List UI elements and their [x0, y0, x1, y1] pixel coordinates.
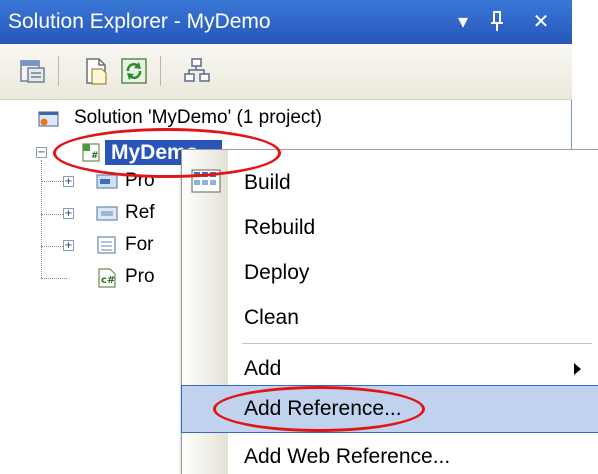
submenu-arrow-icon	[574, 363, 581, 375]
expand-expander[interactable]: +	[63, 240, 74, 251]
title-bar: Solution Explorer - MyDemo ▾ ✕	[0, 0, 572, 44]
tree-node-references[interactable]: Ref	[125, 200, 155, 226]
menu-item-deploy[interactable]: Deploy	[182, 250, 598, 296]
menu-separator	[242, 343, 592, 344]
menu-item-clean[interactable]: Clean	[182, 295, 598, 341]
menu-item-label: Add Web Reference...	[244, 445, 451, 468]
collapse-expander[interactable]: −	[36, 147, 47, 158]
svg-text:c#: c#	[101, 275, 115, 286]
menu-item-label: Clean	[244, 306, 299, 329]
tree-line	[41, 278, 67, 279]
tree-node-solution[interactable]: Solution 'MyDemo' (1 project)	[38, 105, 458, 131]
solution-explorer-toolbar	[0, 44, 572, 100]
tree-node-label: For	[125, 234, 154, 255]
tree-node-program[interactable]: Pro	[125, 264, 155, 290]
menu-item-rebuild[interactable]: Rebuild	[182, 205, 598, 251]
form-icon	[96, 236, 116, 254]
tree-node-label: Pro	[125, 266, 155, 287]
annotation-ellipse	[213, 386, 425, 432]
menu-item-label: Deploy	[244, 261, 310, 284]
window-position-dropdown-icon[interactable]: ▾	[452, 0, 474, 44]
properties-icon[interactable]	[18, 56, 48, 86]
auto-hide-pin-icon[interactable]	[486, 0, 508, 44]
tree-line	[41, 160, 42, 278]
expand-expander[interactable]: +	[63, 208, 74, 219]
toolbar-separator	[58, 56, 59, 86]
show-all-files-icon[interactable]	[82, 56, 112, 86]
close-icon[interactable]: ✕	[530, 0, 552, 44]
toolbar-separator	[160, 56, 161, 86]
solution-icon	[38, 109, 59, 127]
menu-item-add-web-reference[interactable]: Add Web Reference...	[182, 434, 598, 474]
references-folder-icon	[96, 204, 118, 222]
tree-node-form[interactable]: For	[125, 232, 154, 258]
class-view-icon[interactable]	[182, 56, 212, 86]
tree-node-label: Ref	[125, 202, 155, 223]
csharp-file-icon: c#	[96, 268, 116, 288]
expand-expander[interactable]: +	[63, 176, 74, 187]
menu-item-label: Rebuild	[244, 216, 316, 239]
annotation-ellipse	[53, 128, 281, 178]
refresh-icon[interactable]	[119, 56, 149, 86]
window-title: Solution Explorer - MyDemo	[8, 10, 271, 33]
solution-label: Solution 'MyDemo' (1 project)	[74, 107, 323, 128]
